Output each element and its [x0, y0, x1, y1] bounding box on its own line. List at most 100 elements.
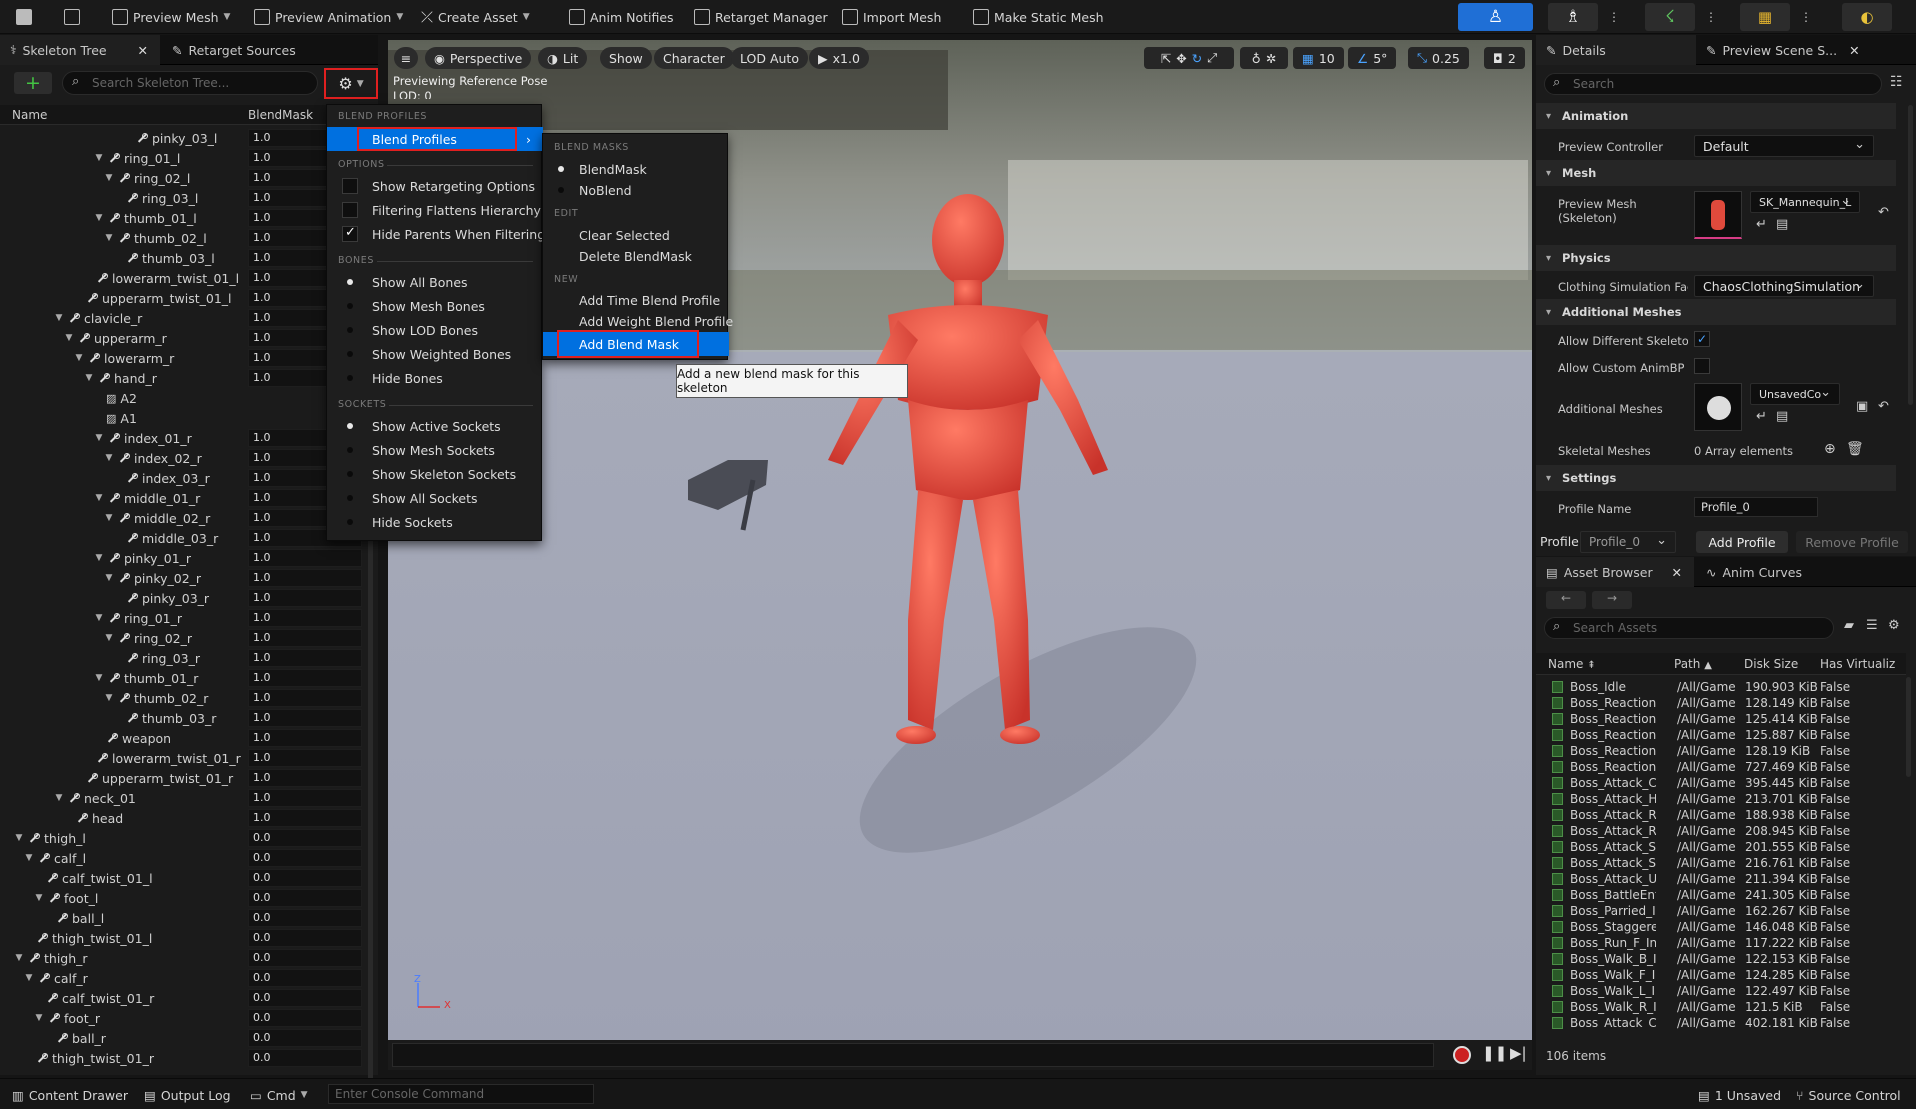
section-physics[interactable]: Physics [1536, 245, 1896, 271]
browse-asset-icon[interactable]: ▤ [1776, 409, 1788, 424]
menu-show-retargeting[interactable]: Show Retargeting Options [327, 175, 543, 197]
asset-row[interactable]: Boss_Attack_Swii/All/Game 201.555 KiBFals… [1536, 839, 1896, 855]
asset-row[interactable]: Boss_Attack_Runi/All/Game 208.945 KiBFals… [1536, 823, 1896, 839]
blueprint-mode-more-icon[interactable]: ⋮ [1795, 3, 1817, 31]
skeleton-tree-row[interactable]: ▨ A2 [0, 388, 362, 408]
filter-icon[interactable]: ☰ [1866, 618, 1878, 633]
skeleton-tree-row[interactable]: ring_03_l 1.0 [0, 188, 362, 208]
column-name[interactable]: Name [12, 108, 47, 122]
blendmask-value-input[interactable]: 0.0 [248, 869, 362, 887]
skeleton-mode-button[interactable]: ♙ [1458, 3, 1533, 31]
character-button[interactable]: Character [654, 47, 734, 69]
additional-meshes-dropdown[interactable]: UnsavedCo [1750, 383, 1840, 405]
skeleton-tree-row[interactable]: ring_03_r 1.0 [0, 648, 362, 668]
playback-speed-button[interactable]: ▶ x1.0 [809, 47, 869, 69]
expand-arrow-icon[interactable]: ▼ [94, 673, 104, 683]
profile-name-input[interactable]: Profile_0 [1694, 497, 1818, 517]
add-element-icon[interactable]: ⊕ [1824, 441, 1836, 457]
animation-mode-button[interactable]: ☇ [1645, 3, 1695, 31]
menu-filtering-flattens[interactable]: Filtering Flattens Hierarchy [327, 199, 543, 221]
section-animation[interactable]: Animation [1536, 103, 1896, 129]
menu-hide-sockets[interactable]: Hide Sockets [327, 511, 543, 533]
blendmask-value-input[interactable]: 0.0 [248, 1009, 362, 1027]
blendmask-value-input[interactable]: 0.0 [248, 849, 362, 867]
save-icon[interactable] [10, 4, 38, 30]
content-drawer-button[interactable]: ▥ Content Drawer [6, 1082, 134, 1108]
tab-skeleton-tree[interactable]: ⚕ Skeleton Tree ✕ [0, 35, 160, 65]
menu-show-mesh-sockets[interactable]: Show Mesh Sockets [327, 439, 543, 461]
blendmask-value-input[interactable]: 1.0 [248, 729, 362, 747]
column-blendmask[interactable]: BlendMask [248, 108, 313, 122]
camera-speed-button[interactable]: ◘ 2 [1484, 47, 1525, 69]
save-asset-icon[interactable]: ▣ [1856, 399, 1868, 414]
settings-button[interactable]: ⚙ ▼ [324, 68, 378, 99]
viewport-menu-button[interactable]: ≡ [394, 47, 418, 69]
details-scrollbar[interactable] [1908, 105, 1913, 405]
skeleton-tree-row[interactable]: ▼ pinky_02_r 1.0 [0, 568, 362, 588]
skeleton-tree-row[interactable]: ▼ thigh_l 0.0 [0, 828, 362, 848]
cmd-button[interactable]: ▭ Cmd ▼ [244, 1082, 314, 1108]
close-icon[interactable]: ✕ [138, 43, 148, 58]
browse-icon[interactable] [58, 4, 86, 30]
skeleton-tree-row[interactable]: ▼ foot_r 0.0 [0, 1008, 362, 1028]
expand-arrow-icon[interactable]: ▼ [74, 353, 84, 363]
menu-add-time-profile[interactable]: Add Time Blend Profile [543, 289, 729, 311]
scale-snap-button[interactable]: ⤡ 0.25 [1408, 47, 1469, 69]
expand-arrow-icon[interactable]: ▼ [104, 513, 114, 523]
skeleton-tree-row[interactable]: pinky_03_l 1.0 [0, 128, 362, 148]
import-mesh-button[interactable]: Import Mesh [836, 4, 947, 30]
blendmask-value-input[interactable]: 0.0 [248, 889, 362, 907]
asset-row[interactable]: Boss_Parried_InP/All/Game 162.267 KiBFals… [1536, 903, 1896, 919]
skeleton-tree-row[interactable]: ▼ index_01_r 1.0 [0, 428, 362, 448]
remove-profile-button[interactable]: Remove Profile [1796, 531, 1908, 553]
lod-button[interactable]: LOD Auto [731, 47, 808, 69]
menu-hide-bones[interactable]: Hide Bones [327, 367, 543, 389]
checkbox-show-retargeting[interactable] [342, 178, 358, 194]
skeleton-tree-row[interactable]: ▼ neck_01 1.0 [0, 788, 362, 808]
skeleton-tree-row[interactable]: upperarm_twist_01_l 1.0 [0, 288, 362, 308]
blueprint-mode-button[interactable]: ▦ [1740, 3, 1790, 31]
view-options-icon[interactable]: ☷ [1890, 74, 1903, 90]
menu-show-mesh-bones[interactable]: Show Mesh Bones [327, 295, 543, 317]
skeleton-tree-row[interactable]: ▼ calf_l 0.0 [0, 848, 362, 868]
column-asset-path[interactable]: Path ▲ [1674, 657, 1712, 671]
asset-row[interactable]: Boss_Attack_Chai/All/Game 395.445 KiBFals… [1536, 775, 1896, 791]
tab-anim-curves[interactable]: ∿ Anim Curves [1696, 557, 1812, 587]
blendmask-value-input[interactable]: 0.0 [248, 909, 362, 927]
tab-retarget-sources[interactable]: ✎ Retarget Sources [162, 35, 306, 65]
asset-row[interactable]: Boss_ReactionHit/All/Game 128.149 KiBFals… [1536, 695, 1896, 711]
asset-row[interactable]: Boss_Idle/All/Game 190.903 KiB False [1536, 679, 1896, 695]
expand-arrow-icon[interactable]: ▼ [94, 153, 104, 163]
column-asset-disk-size[interactable]: Disk Size [1744, 657, 1798, 671]
mesh-mode-button[interactable]: ♗ [1548, 3, 1598, 31]
skeleton-tree-row[interactable]: ▼ ring_02_r 1.0 [0, 628, 362, 648]
profile-dropdown[interactable]: Profile_0 [1580, 531, 1676, 553]
asset-row[interactable]: Boss_ReactionHit/All/Game 125.887 KiBFals… [1536, 727, 1896, 743]
reset-icon[interactable]: ↶ [1878, 205, 1889, 220]
skeleton-tree-row[interactable]: ▼ lowerarm_r 1.0 [0, 348, 362, 368]
asset-row[interactable]: Boss_Staggered_I/All/Game 146.048 KiBFals… [1536, 919, 1896, 935]
animation-mode-more-icon[interactable]: ⋮ [1700, 3, 1722, 31]
skeleton-tree-row[interactable]: ▨ A1 [0, 408, 362, 428]
blendmask-value-input[interactable]: 1.0 [248, 629, 362, 647]
preview-mesh-button[interactable]: Preview Mesh ▼ [106, 4, 236, 30]
asset-row[interactable]: Boss_Walk_F_InP/All/Game 124.285 KiBFalse [1536, 967, 1896, 983]
expand-arrow-icon[interactable]: ▼ [104, 233, 114, 243]
skeleton-tree-row[interactable]: pinky_03_r 1.0 [0, 588, 362, 608]
skeleton-tree-row[interactable]: thigh_twist_01_r 0.0 [0, 1048, 362, 1068]
back-button[interactable]: ← [1546, 591, 1586, 609]
make-static-mesh-button[interactable]: Make Static Mesh [967, 4, 1110, 30]
add-profile-button[interactable]: Add Profile [1696, 531, 1788, 553]
expand-arrow-icon[interactable]: ▼ [34, 1013, 44, 1023]
blendmask-value-input[interactable]: 0.0 [248, 949, 362, 967]
details-search-input[interactable]: ⌕ Search [1544, 73, 1882, 95]
allow-different-skeleton-checkbox[interactable]: ✓ [1694, 331, 1710, 347]
blendmask-value-input[interactable]: 0.0 [248, 1029, 362, 1047]
pause-icon[interactable]: ❚❚ [1482, 1044, 1507, 1062]
skeleton-tree-row[interactable]: ▼ upperarm_r 1.0 [0, 328, 362, 348]
menu-show-active-sockets[interactable]: Show Active Sockets [327, 415, 543, 437]
asset-row[interactable]: Boss_ReactionHit/All/Game 727.469 KiBFals… [1536, 759, 1896, 775]
menu-delete-blendmask[interactable]: Delete BlendMask [543, 245, 729, 267]
blendmask-value-input[interactable]: 1.0 [248, 809, 362, 827]
reset-icon[interactable]: ↶ [1878, 399, 1889, 414]
